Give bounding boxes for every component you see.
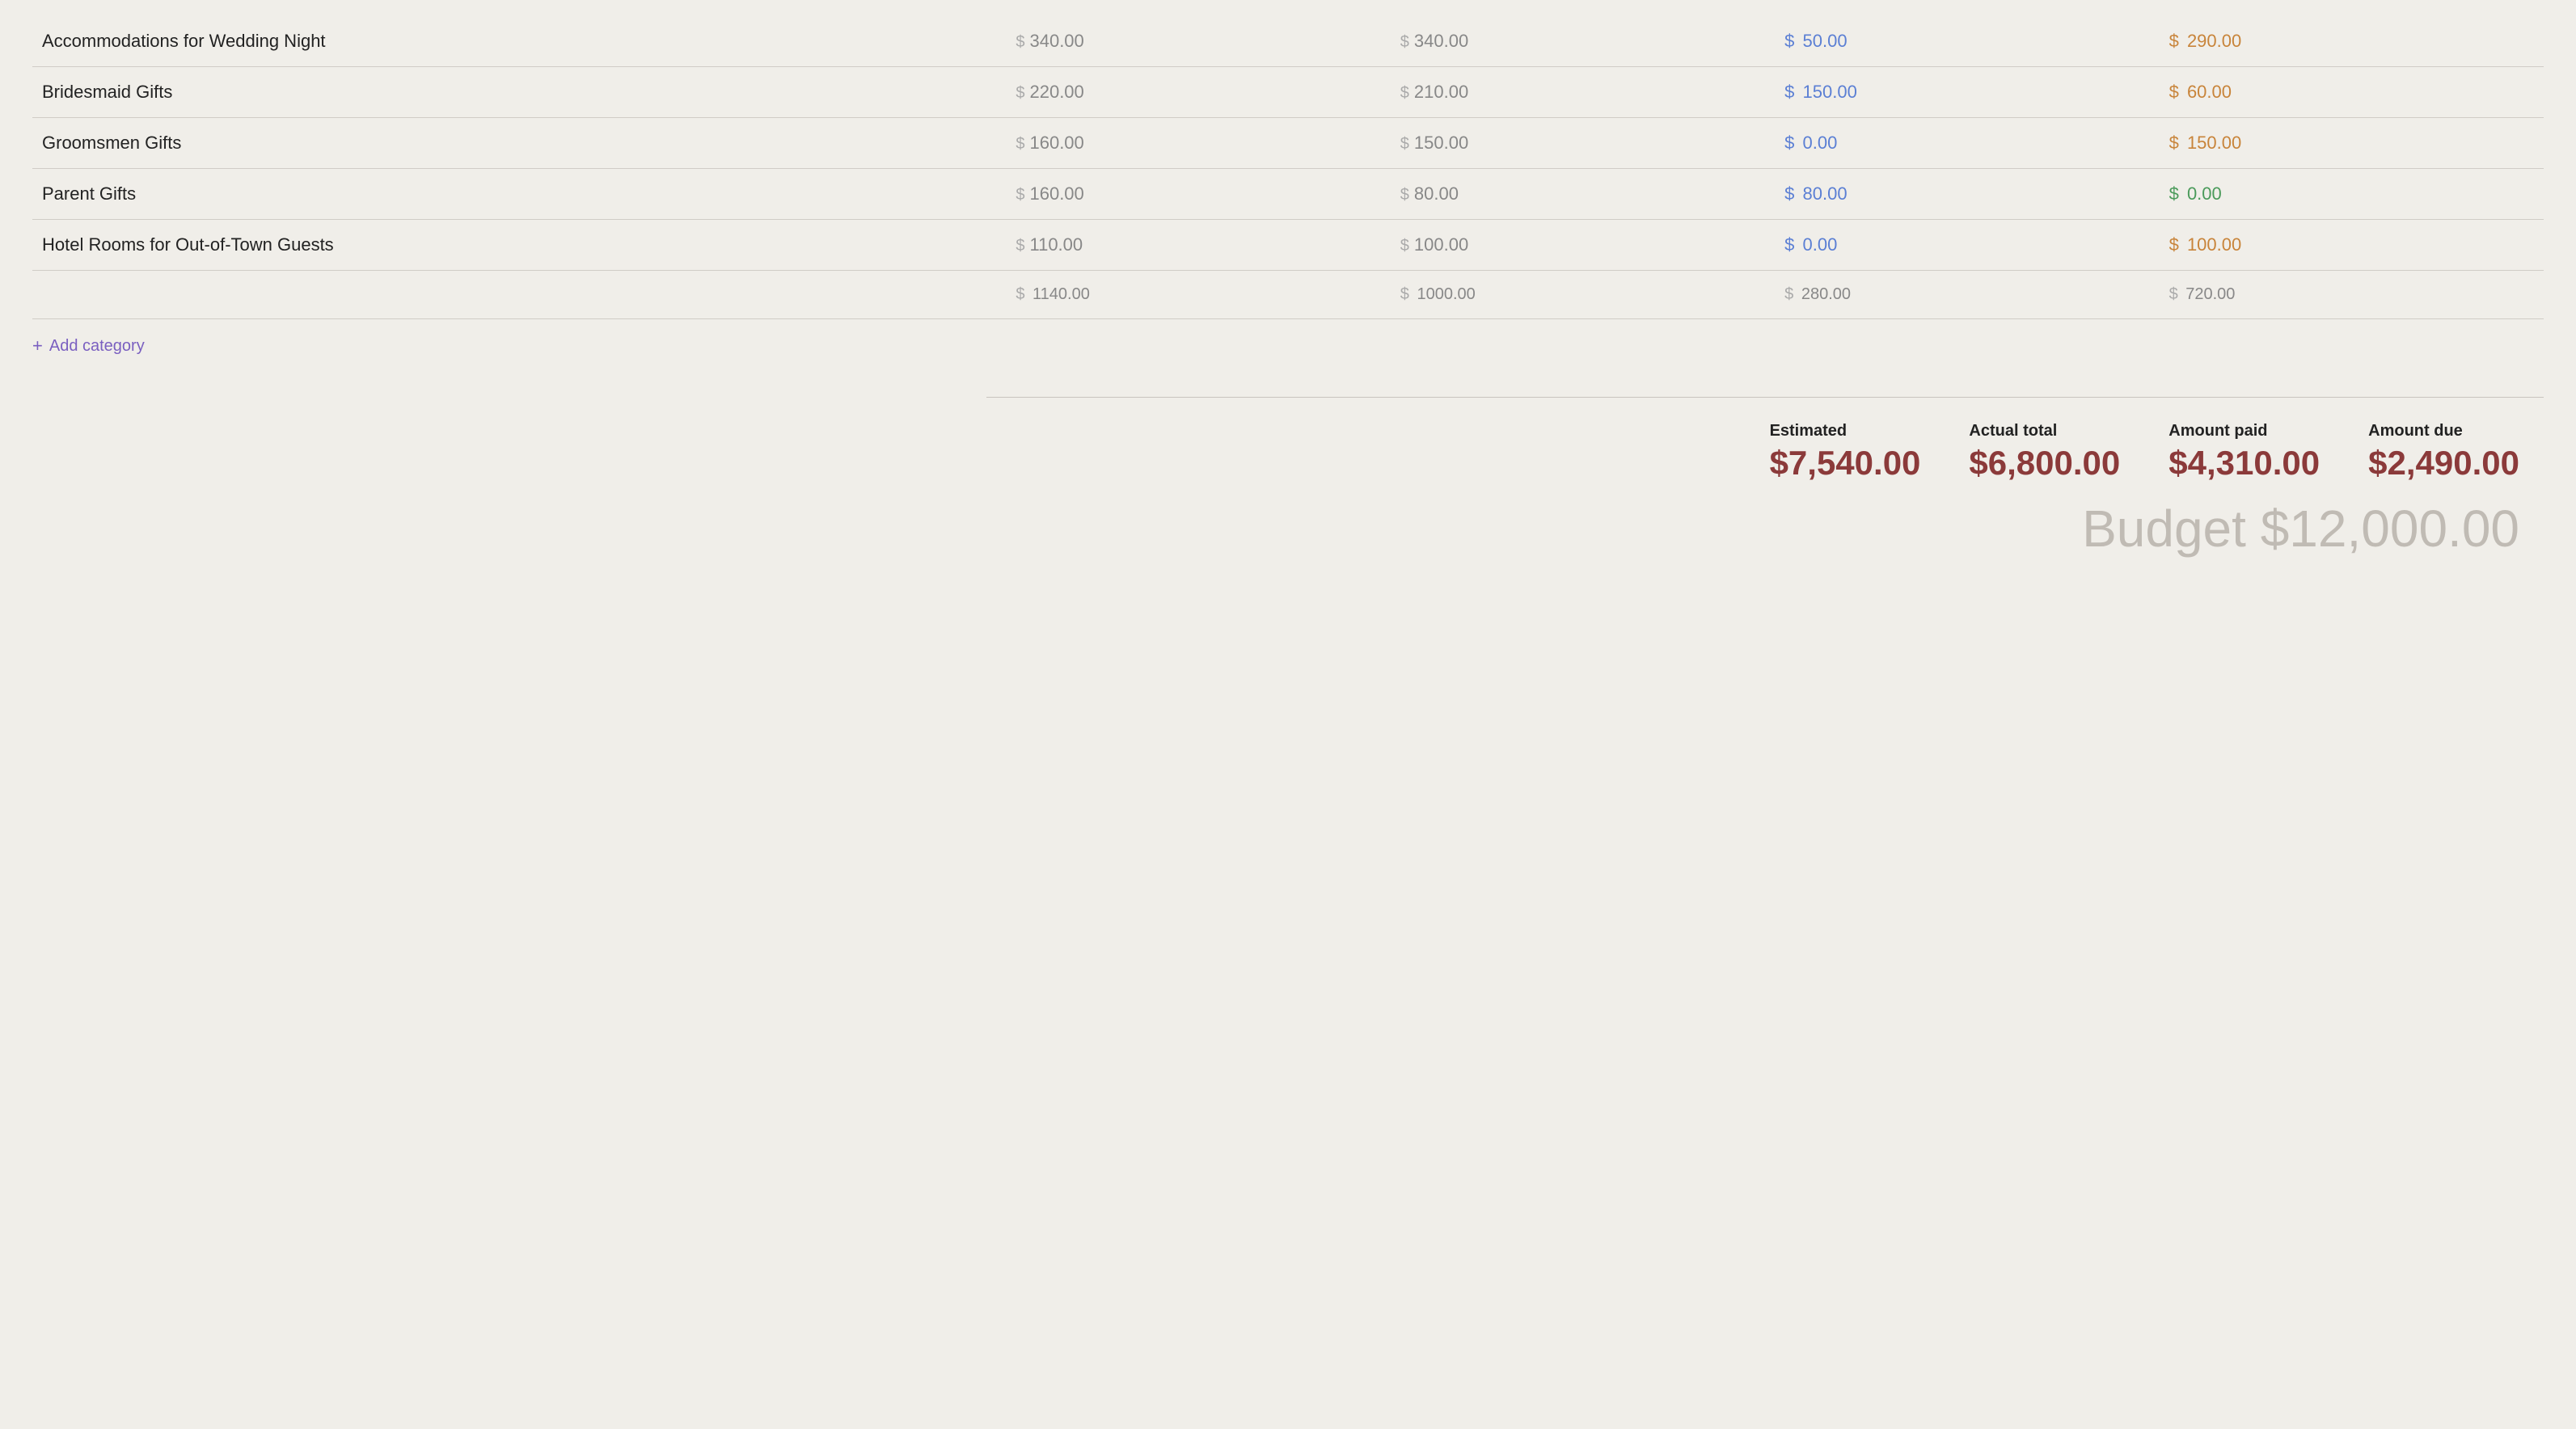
estimated-cell: $160.00 [1006, 169, 1390, 220]
dollar-icon: $ [1784, 183, 1799, 204]
budget-total-label: Budget $12,000.00 [2082, 500, 2519, 558]
add-category-button[interactable]: + Add category [32, 319, 2544, 381]
totals-actual: $ 1000.00 [1391, 271, 1775, 319]
dollar-icon: $ [1400, 285, 1409, 303]
due-cell: $ 290.00 [2160, 24, 2544, 67]
table-row[interactable]: Accommodations for Wedding Night $340.00… [32, 24, 2544, 67]
dollar-icon: $ [2169, 285, 2178, 303]
dollar-icon: $ [1784, 82, 1799, 102]
summary-divider [986, 397, 2544, 398]
dollar-icon: $ [1400, 135, 1409, 153]
totals-paid: $ 280.00 [1775, 271, 2159, 319]
add-category-label: Add category [49, 337, 145, 356]
summary-item-3: Amount due $2,490.00 [2344, 422, 2544, 483]
dollar-icon: $ [1784, 234, 1799, 255]
dollar-icon: $ [1784, 285, 1793, 303]
due-cell: $ 100.00 [2160, 220, 2544, 271]
estimated-cell: $220.00 [1006, 67, 1390, 118]
actual-cell: $100.00 [1391, 220, 1775, 271]
summary-value: $6,800.00 [1969, 444, 2120, 483]
dollar-icon: $ [2169, 31, 2184, 51]
estimated-cell: $160.00 [1006, 118, 1390, 169]
dollar-icon: $ [1400, 84, 1409, 102]
dollar-icon: $ [1784, 133, 1799, 153]
category-name: Parent Gifts [32, 169, 1006, 220]
summary-item-2: Amount paid $4,310.00 [2144, 422, 2344, 483]
dollar-icon: $ [2169, 82, 2184, 102]
category-name: Groomsmen Gifts [32, 118, 1006, 169]
paid-cell: $ 0.00 [1775, 118, 2159, 169]
paid-cell: $ 0.00 [1775, 220, 2159, 271]
dollar-icon: $ [2169, 183, 2184, 204]
summary-label: Estimated [1770, 422, 1921, 441]
table-row[interactable]: Hotel Rooms for Out-of-Town Guests $110.… [32, 220, 2544, 271]
category-name: Accommodations for Wedding Night [32, 24, 1006, 67]
category-name: Bridesmaid Gifts [32, 67, 1006, 118]
actual-cell: $150.00 [1391, 118, 1775, 169]
summary-value: $7,540.00 [1770, 444, 1921, 483]
totals-empty [32, 271, 1006, 319]
actual-cell: $340.00 [1391, 24, 1775, 67]
due-cell: $ 60.00 [2160, 67, 2544, 118]
budget-total-section: Budget $12,000.00 [32, 499, 2544, 559]
paid-cell: $ 50.00 [1775, 24, 2159, 67]
summary-item-1: Actual total $6,800.00 [1945, 422, 2144, 483]
table-row[interactable]: Bridesmaid Gifts $220.00 $210.00 $ 150.0… [32, 67, 2544, 118]
dollar-icon: $ [1016, 135, 1024, 153]
dollar-icon: $ [1016, 237, 1024, 255]
due-cell: $ 150.00 [2160, 118, 2544, 169]
dollar-icon: $ [2169, 234, 2184, 255]
due-cell: $ 0.00 [2160, 169, 2544, 220]
estimated-cell: $110.00 [1006, 220, 1390, 271]
totals-due: $ 720.00 [2160, 271, 2544, 319]
summary-item-0: Estimated $7,540.00 [1746, 422, 1945, 483]
dollar-icon: $ [1400, 186, 1409, 204]
budget-table: Accommodations for Wedding Night $340.00… [32, 24, 2544, 319]
summary-section: Estimated $7,540.00 Actual total $6,800.… [32, 414, 2544, 483]
totals-row: $ 1140.00 $ 1000.00 $ 280.00 $ 720.00 [32, 271, 2544, 319]
dollar-icon: $ [1400, 33, 1409, 51]
paid-cell: $ 80.00 [1775, 169, 2159, 220]
plus-icon: + [32, 335, 43, 356]
summary-label: Amount paid [2168, 422, 2320, 441]
actual-cell: $80.00 [1391, 169, 1775, 220]
dollar-icon: $ [1784, 31, 1799, 51]
paid-cell: $ 150.00 [1775, 67, 2159, 118]
estimated-cell: $340.00 [1006, 24, 1390, 67]
table-row[interactable]: Groomsmen Gifts $160.00 $150.00 $ 0.00 $… [32, 118, 2544, 169]
summary-value: $2,490.00 [2368, 444, 2519, 483]
category-name: Hotel Rooms for Out-of-Town Guests [32, 220, 1006, 271]
dollar-icon: $ [1016, 84, 1024, 102]
summary-value: $4,310.00 [2168, 444, 2320, 483]
dollar-icon: $ [2169, 133, 2184, 153]
table-row[interactable]: Parent Gifts $160.00 $80.00 $ 80.00 $ 0.… [32, 169, 2544, 220]
dollar-icon: $ [1016, 33, 1024, 51]
budget-table-wrapper: Accommodations for Wedding Night $340.00… [32, 24, 2544, 559]
summary-label: Actual total [1969, 422, 2120, 441]
dollar-icon: $ [1016, 186, 1024, 204]
summary-label: Amount due [2368, 422, 2519, 441]
dollar-icon: $ [1016, 285, 1024, 303]
actual-cell: $210.00 [1391, 67, 1775, 118]
totals-estimated: $ 1140.00 [1006, 271, 1390, 319]
dollar-icon: $ [1400, 237, 1409, 255]
